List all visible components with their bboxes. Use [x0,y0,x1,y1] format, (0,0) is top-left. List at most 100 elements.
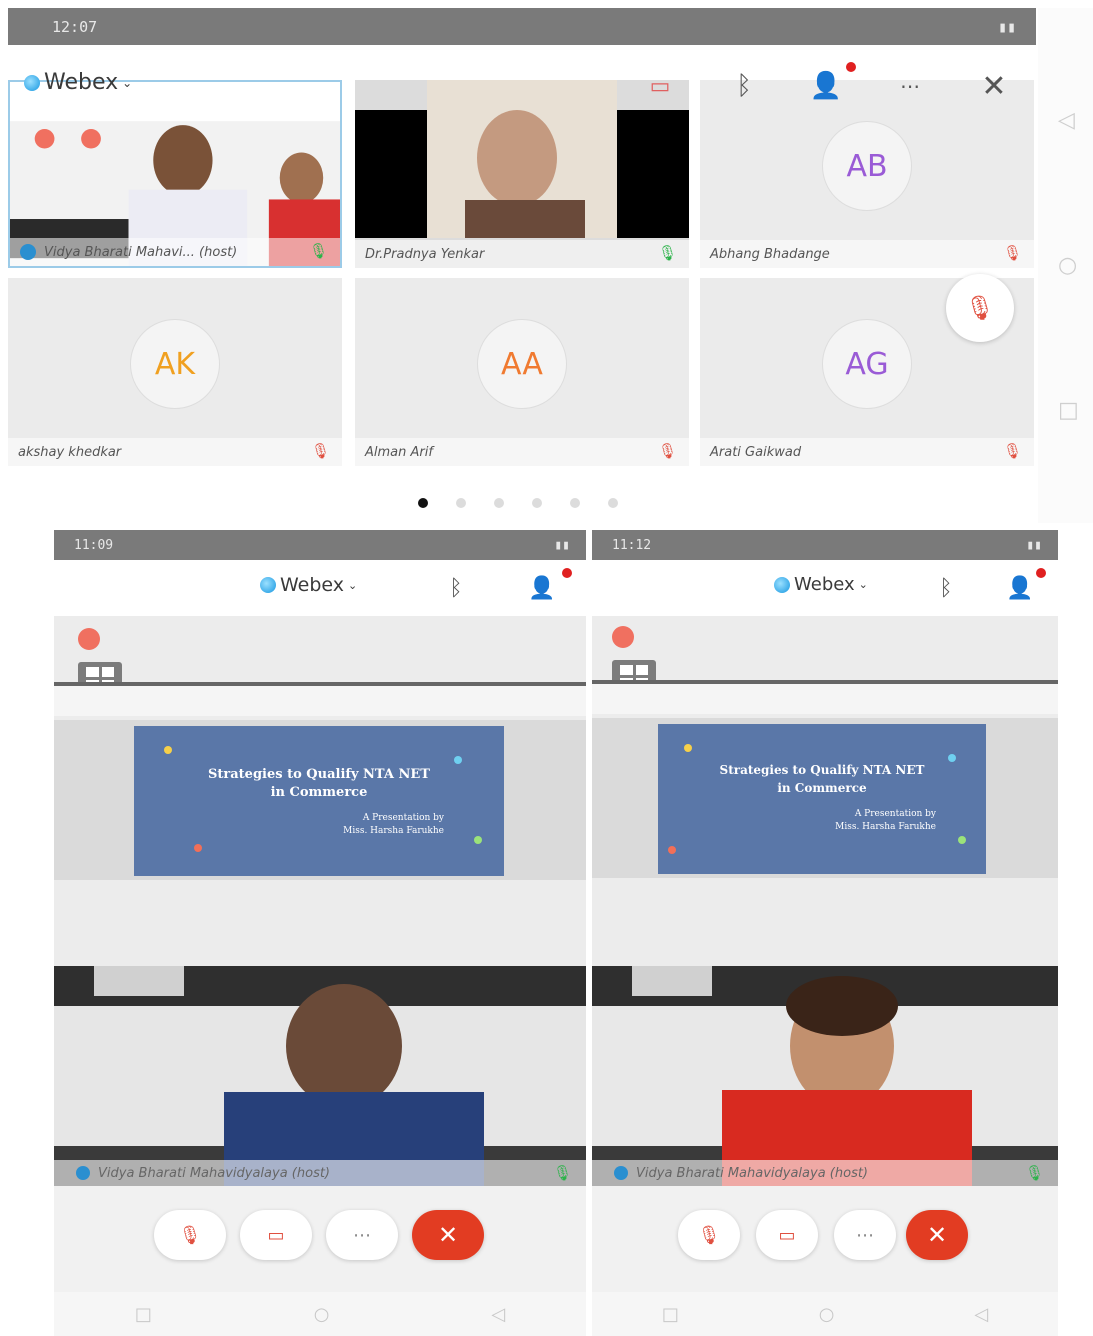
video-off-icon[interactable]: ▭ [640,66,680,106]
call-controls: 🎙 ▭ ⋯ ✕ [592,1210,1058,1280]
back-icon[interactable]: ◁ [974,1304,988,1325]
slide-doodle [164,746,172,754]
mute-button[interactable]: 🎙 [154,1210,226,1260]
mute-button[interactable]: 🎙 [946,274,1014,342]
participant-tile[interactable]: AA Alman Arif 🎙 [355,278,689,466]
bluetooth-icon[interactable]: ᛒ [928,570,964,606]
host-globe-icon [76,1166,90,1180]
page-dot[interactable] [456,498,466,508]
meeting-toolbar: Webex ⌄ ᛒ 👤 [54,560,586,616]
mic-muted-icon: 🎙 [697,1224,721,1246]
active-speaker-video[interactable]: Vidya Bharati Mahavidyalaya (host) 🎙 [54,966,586,1186]
bluetooth-icon[interactable]: ᛒ [724,66,764,106]
page-dot[interactable] [532,498,542,508]
video-off-icon: ▭ [778,1224,796,1246]
back-icon[interactable]: ◁ [491,1304,505,1325]
close-icon[interactable]: ✕ [974,66,1014,106]
recents-icon[interactable]: □ [662,1304,679,1325]
status-icons: ▮▮ [997,17,1016,36]
mic-muted-icon: 🎙 [1002,244,1022,262]
slide-doodle [668,846,676,854]
status-bar: 11:09 ▮▮ [54,530,586,560]
chevron-down-icon: ⌄ [858,578,868,591]
slide-title-line: Strategies to Qualify NTA NET [719,763,925,777]
shared-content: Strategies to Qualify NTA NET in Commerc… [54,616,586,966]
page-dot[interactable] [570,498,580,508]
avatar: AK [130,319,220,410]
mic-icon: 🎙 [1024,1164,1044,1182]
home-icon[interactable]: ○ [314,1304,330,1325]
recents-icon[interactable]: □ [135,1304,152,1325]
home-icon[interactable]: ○ [1058,253,1077,278]
tile-name-label: Dr.Pradnya Yenkar [355,240,689,268]
mic-muted-icon: 🎙 [310,442,330,460]
chevron-down-icon: ⌄ [348,578,358,592]
notification-dot [562,568,572,578]
video-button[interactable]: ▭ [756,1210,818,1260]
slide-doodle [958,836,966,844]
slide-doodle [454,756,462,764]
bluetooth-icon[interactable]: ᛒ [438,570,474,606]
shared-content: Strategies to Qualify NTA NET in Commerc… [592,616,1058,966]
system-nav-bar: □ ○ ◁ [592,1292,1058,1336]
back-icon[interactable]: ◁ [1058,108,1075,133]
more-icon: ⋯ [353,1224,371,1246]
status-icons: ▮▮ [554,537,570,553]
tile-name-label: Alman Arif [355,438,689,466]
page-indicator [418,498,618,508]
chevron-down-icon: ⌄ [122,75,133,90]
meeting-grid-screen: 12:07 ▮▮ Vidya Bharati Mahavi... (host) … [8,8,1036,523]
notification-dot [1036,568,1046,578]
slide-title-line: in Commerce [777,781,867,795]
mute-button[interactable]: 🎙 [678,1210,740,1260]
participants-icon[interactable]: 👤 [524,570,560,606]
slide-doodle [948,754,956,762]
app-name: Webex [44,70,119,95]
presentation-slide: Strategies to Qualify NTA NET in Commerc… [134,726,504,876]
status-time: 12:07 [52,17,98,36]
status-bar: 11:12 ▮▮ [592,530,1058,560]
presentation-slide: Strategies to Qualify NTA NET in Commerc… [658,724,986,874]
mic-muted-icon: 🎙 [178,1224,202,1246]
slide-byline: Miss. Harsha Farukhe [835,822,936,832]
status-time: 11:12 [612,537,652,553]
more-button[interactable]: ⋯ [326,1210,398,1260]
slide-title-line: Strategies to Qualify NTA NET [208,767,430,782]
end-call-button[interactable]: ✕ [412,1210,484,1260]
recents-icon[interactable]: □ [1058,398,1079,423]
page-dot[interactable] [494,498,504,508]
share-screen-right: 11:12 ▮▮ Webex ⌄ ᛒ 👤 Strategies to Quali… [592,530,1058,1336]
status-bar: 12:07 ▮▮ [8,8,1036,45]
video-button[interactable]: ▭ [240,1210,312,1260]
home-icon[interactable]: ○ [819,1304,835,1325]
collage: 12:07 ▮▮ Vidya Bharati Mahavi... (host) … [0,0,1093,1336]
app-name: Webex [280,574,345,596]
webex-menu[interactable]: Webex ⌄ [24,70,132,95]
page-dot[interactable] [418,498,428,508]
active-speaker-video[interactable]: Vidya Bharati Mahavidyalaya (host) 🎙 [592,966,1058,1186]
end-call-button[interactable]: ✕ [906,1210,968,1260]
mic-muted-icon: 🎙 [1002,442,1022,460]
slide-canvas: Strategies to Qualify NTA NET in Commerc… [54,720,586,880]
status-icons: ▮▮ [1026,537,1042,553]
more-button[interactable]: ⋯ [834,1210,896,1260]
avatar: AG [822,319,912,410]
meeting-toolbar: Webex ⌄ ᛒ 👤 [592,560,1058,616]
page-dot[interactable] [608,498,618,508]
side-navigation-bar: ◁ ○ □ [1038,8,1093,523]
participants-icon[interactable]: 👤 [806,66,846,106]
more-icon[interactable]: ⋯ [890,66,930,106]
meeting-toolbar: Webex ⌄ ▭ ᛒ 👤 ⋯ ✕ [8,58,1036,118]
webex-menu[interactable]: Webex ⌄ [260,574,357,596]
notification-dot [846,62,856,72]
slide-byline: A Presentation by [854,809,936,819]
slide-doodle [684,744,692,752]
webex-menu[interactable]: Webex ⌄ [774,574,868,595]
webex-logo-icon [774,576,790,593]
participants-icon[interactable]: 👤 [1002,570,1038,606]
recording-icon [78,628,100,650]
tile-name-label: Abhang Bhadange [700,240,1034,268]
slide-title-line: in Commerce [270,785,368,800]
webex-logo-icon [260,577,276,593]
participant-tile[interactable]: AK akshay khedkar 🎙 [8,278,342,466]
